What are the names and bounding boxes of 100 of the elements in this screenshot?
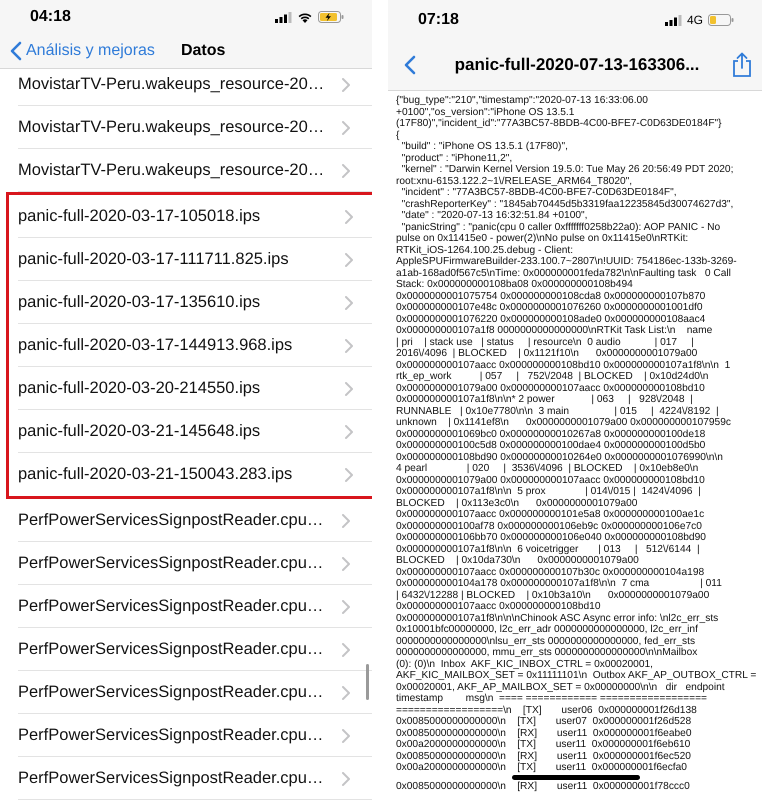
file-row[interactable]: PerfPowerServicesSignpostReader.cpu… [0, 499, 372, 542]
file-row[interactable]: panic-full-2020-03-20-214550.ips [6, 367, 372, 410]
log-line: 0x000000000108bd90 0x00000000010264e0 0x0000000001076990\n\n [396, 452, 723, 463]
chevron-icon [342, 686, 350, 700]
log-line: "date" : "2020-07-13 16:32:51.84 +0100", [400, 210, 588, 222]
log-line: 0x00020001, AKF_AP_MAILBOX_SET = 0x00000000\n\n dir endpoint [396, 682, 725, 693]
chevron-icon [342, 514, 350, 528]
log-line: BLOCKED | 0x113e3c0\n 0x0000000001079a00 [396, 498, 638, 509]
log-line: (17F80)","incident_id":"77A3BC57-8BDB-4C00-BFE7-C0D63DE0184F"} [396, 118, 722, 130]
chevron-icon [342, 164, 350, 178]
log-line: AKF_KIC_MAILBOX_SET = 0x11111101\n Outbox AKF_AP_OUTBOX_CTRL = [396, 670, 756, 682]
chevron-icon [345, 468, 353, 482]
status-time: 04:18 [30, 8, 71, 26]
chevron-icon [345, 338, 353, 352]
log-line: | pri | stack use | status | resource\n 0 audio | 017 | [396, 336, 694, 348]
log-line: 0x000000000104a178 0x000000000107a1f8\n\n 7 cma | 011 [396, 578, 722, 590]
log-line: root:xnu-6153.122.2~1\/RELEASE_ARM64_T8020", [396, 176, 632, 187]
log-line: 0x0000000001076220 0x000000000108ade0 0x000000000108aac4 [396, 314, 706, 325]
log-line: ==================\n [TX] user06 0x000000001f26d138 [396, 704, 697, 716]
log-line: 0x0085000000000000\n [RX] user11 0x000000001f6eabe0 [396, 728, 692, 739]
log-line: 0x0000000001069bc0 0x00000000010267a8 0x000000000100de18 [396, 428, 706, 440]
chevron-icon [345, 424, 353, 438]
log-line: 0x000000000106bb70 0x000000000106e040 0x000000000108bd90 [396, 532, 706, 544]
log-line: 0x0085000000000000\n [TX] user07 0x000000001f26d528 [396, 716, 692, 728]
nav-title: Datos [180, 42, 226, 60]
log-line: pulse on 0x11415e0 - power(2)\nNo pulse on 0x11415e0\nRTKit: [396, 233, 688, 244]
file-row[interactable]: PerfPowerServicesSignpostReader.cpu… [0, 757, 372, 800]
log-line: { [396, 130, 400, 141]
log-line: 0x000000000107a1f8\n\n 6 voicetrigger | 013 | 512\/6144 | [396, 544, 700, 555]
chevron-icon [345, 296, 353, 310]
log-line: rtk_ep_work | 057 | 752\/2048 | BLOCKED | 0x10d24d0\n [396, 371, 708, 382]
file-row[interactable]: panic-full-2020-03-17-135610.ips [6, 281, 372, 324]
signal-icon [275, 12, 292, 22]
file-row[interactable]: panic-full-2020-03-21-145648.ips [6, 410, 372, 453]
status-time: 07:18 [418, 11, 459, 29]
back-chevron-icon [10, 41, 22, 61]
signal-icon [664, 14, 682, 26]
log-line: 0x000000000100af78 0x000000000106eb9c 0x000000000106e7c0 [396, 520, 702, 532]
file-row[interactable]: panic-full-2020-03-17-111711.825.ips [6, 238, 372, 281]
chevron-icon [342, 772, 350, 786]
chevron-icon [345, 210, 353, 224]
log-line: 0x000000000107aacc 0x000000000108bd10 [396, 601, 601, 612]
log-line: 0000000000000000, mmu_err_sts 0000000000000000\n\nMailbox [396, 647, 698, 658]
log-line: 0x000000000100c5d8 0x000000000100dae4 0x000000000100d5b0 [396, 440, 706, 452]
log-line: 0x0085000000000000\n [RX] user11 0x000000001f6ec520 [396, 750, 691, 762]
file-row[interactable]: MovistarTV-Peru.wakeups_resource-20… [0, 106, 372, 149]
log-line: "panicString" : "panic(cpu 0 caller 0xfffffff0258b22a0): AOP PANIC - No [400, 222, 720, 233]
log-line: 0x000000000107aacc 0x000000000107b30c 0x000000000104a198 [396, 566, 704, 578]
chevron-icon [342, 556, 350, 570]
file-row[interactable]: PerfPowerServicesSignpostReader.cpu… [0, 542, 372, 585]
log-line: | 6432\/12288 | BLOCKED | 0x10b3a10\n 0x0000000001079a00 [396, 590, 710, 601]
log-line: "kernel" : "Darwin Kernel Version 19.5.0: Tue May 26 20:56:49 PDT 2020; [400, 164, 734, 176]
log-line: 0x000000000107a1f8\n\n\nChinook ASC Async error info: \nl2c_err_sts [396, 612, 718, 624]
log-line: +0100","os_version":"iPhone OS 13.5.1 [396, 106, 574, 118]
file-row[interactable]: PerfPowerServicesSignpostReader.cpu… [0, 671, 372, 714]
log-line: timestamp msg\n ==== ============ ================== [396, 693, 707, 704]
log-line: 0000000000000000\nlsu_err_sts 0000000000000000, fed_err_sts [396, 636, 696, 647]
log-line: AppleSPUFirmwareBuilder-233.100.7~2807\n!UUID: 754186ec-133b-3269- [396, 256, 737, 268]
log-line: 0x000000000107a1f8\n\n 5 prox | 014\/015 | 1424\/4096 | [396, 486, 701, 498]
file-row[interactable]: PerfPowerServicesSignpostReader.cpu… [0, 585, 372, 628]
log-line: "product" : "iPhone11,2", [400, 152, 512, 164]
chevron-icon [342, 642, 350, 656]
file-row[interactable]: PerfPowerServicesSignpostReader.cpu… [0, 714, 372, 757]
network-label: 4G [686, 13, 703, 27]
log-line: 0x000000000107a1f8 0000000000000000\nRTKit Task List:\n name [396, 325, 712, 336]
file-row[interactable]: PerfPowerServicesSignpostReader.cpu… [0, 628, 372, 671]
chevron-icon [342, 600, 350, 614]
chevron-icon [345, 382, 353, 396]
back-button[interactable]: Análisis y mejoras [10, 41, 155, 61]
file-row[interactable]: panic-full-2020-03-21-150043.283.ips [6, 453, 372, 499]
chevron-icon [342, 728, 350, 742]
log-line: 0x10001bfc00000000, l2c_err_adr 0000000000000000, l2c_err_inf [396, 624, 698, 636]
log-line: {"bug_type":"210","timestamp":"2020-07-13 16:33:06.00 [396, 95, 648, 106]
log-line: "build" : "iPhone OS 13.5.1 (17F80)", [400, 141, 568, 152]
log-line: 4 pearl | 020 | 3536\/4096 | BLOCKED | 0x10eb8e0\n [396, 463, 698, 474]
log-line: 0x0000000001075754 0x000000000108cda8 0x000000000107b870 [396, 290, 706, 302]
file-row[interactable]: panic-full-2020-03-17-105018.ips [6, 192, 372, 238]
log-line: Stack: 0x000000000108ba08 0x000000000108b494 [396, 279, 633, 290]
log-line: (0): (0)\n Inbox AKF_KIC_INBOX_CTRL = 0x00020001, [396, 658, 653, 670]
log-line: RTKit_iOS-1264.100.25.debug - Client: [396, 244, 574, 256]
log-line: RUNNABLE | 0x10e7780\n\n 3 main | 015 | 4224\/8192 | [396, 406, 719, 417]
log-line: 0x000000000107aacc 0x000000000101e5a8 0x000000000100ae1c [396, 509, 704, 520]
log-line: a1ab-168ad0f567c5\nTime: 0x000000001feda782\n\nFaulting task 0 Call [396, 268, 731, 279]
log-line: 2016\/4096 | BLOCKED | 0x1121f10\n 0x0000000001079a00 [396, 348, 698, 360]
log-line: 0x00a2000000000000\n [TX] user11 0x000000001f6eb610 [396, 739, 690, 750]
log-line: 0x0085000000000000\n [RX] user11 0x000000001f78ccc0 [396, 780, 690, 792]
chevron-icon [342, 120, 350, 134]
log-line: 0x000000000107e48c 0x0000000001076260 0x0000000001001df0 [396, 302, 702, 314]
chevron-icon [345, 252, 353, 266]
share-icon[interactable] [732, 52, 752, 78]
chevron-icon [342, 78, 350, 92]
file-row[interactable]: MovistarTV-Peru.wakeups_resource-20… [0, 149, 372, 192]
log-line: 0x0000000001079a00 0x000000000107aacc 0x000000000108bd10 [396, 382, 705, 394]
log-line: 0x00a2000000000000\n [TX] user11 0x000000001f6ecfa0 [396, 762, 687, 774]
log-line: "crashReporterKey" : "1845ab70445d5b3319faa12235845d30074627d3", [400, 198, 734, 210]
file-row[interactable]: MovistarTV-Peru.wakeups_resource-20… [0, 63, 372, 106]
file-row[interactable]: panic-full-2020-03-17-144913.968.ips [6, 324, 372, 367]
log-line: 0x000000000107a1f8\n\n* 2 power | 063 | 928\/2048 | [396, 394, 693, 406]
nav-title: panic-full-2020-07-13-163306... [454, 55, 700, 75]
log-line: 0x0000000001079a00 0x000000000107aacc 0x000000000108bd10 [396, 474, 705, 486]
